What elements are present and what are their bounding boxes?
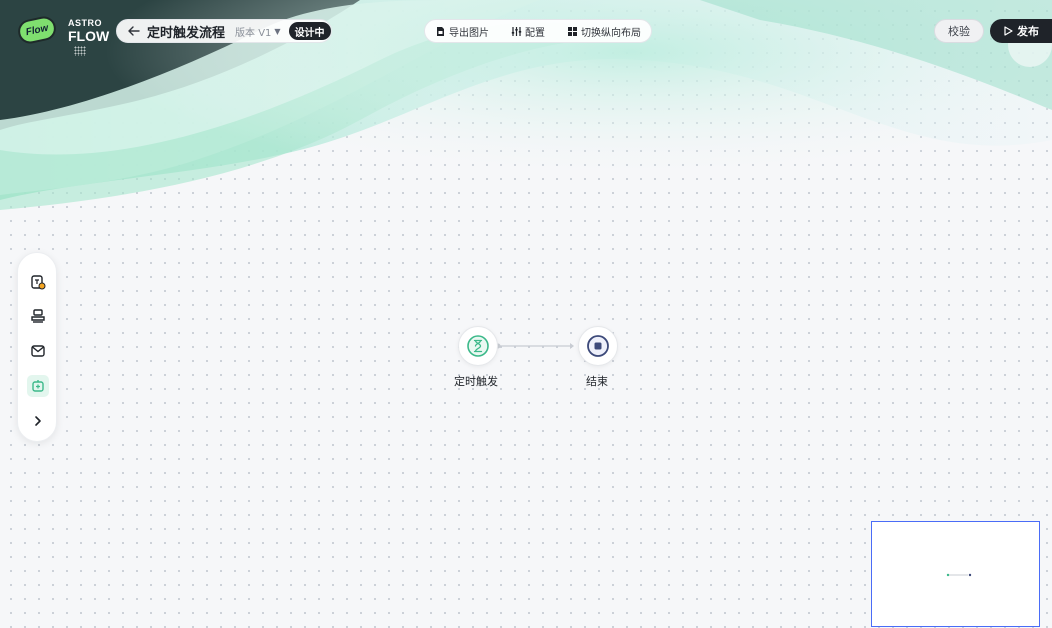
switch-layout-label: 切换纵向布局 xyxy=(581,27,641,39)
status-badge: 设计中 xyxy=(288,22,331,40)
layout-grid-icon xyxy=(568,26,577,36)
version-label: 版本 V1 xyxy=(235,27,272,39)
play-icon xyxy=(1004,26,1013,36)
export-image-icon xyxy=(437,26,444,36)
minimap[interactable] xyxy=(871,521,1040,627)
hourglass-icon xyxy=(467,335,489,357)
config-label: 配置 xyxy=(525,27,545,39)
top-bar: Flow ASTRO FLOW 定时触发流程 版本 V1 ▼ 设计中 导出图片 xyxy=(0,0,1052,58)
version-select[interactable]: 版本 V1 ▼ xyxy=(235,24,281,39)
stamp-icon[interactable] xyxy=(27,305,49,327)
flow-title: 定时触发流程 xyxy=(147,25,226,41)
export-image-label: 导出图片 xyxy=(449,27,489,39)
end-node[interactable] xyxy=(578,326,618,366)
mail-icon[interactable] xyxy=(27,340,49,362)
config-button[interactable]: 配置 xyxy=(511,24,545,39)
robot-icon[interactable] xyxy=(27,375,49,397)
logo-brand-top: ASTRO xyxy=(68,18,102,28)
publish-label: 发布 xyxy=(1017,25,1039,38)
node-palette xyxy=(17,252,57,442)
verify-button[interactable]: 校验 xyxy=(934,19,984,43)
flow-title-bar: 定时触发流程 版本 V1 ▼ 设计中 xyxy=(116,19,332,43)
back-arrow-icon[interactable] xyxy=(127,23,141,39)
trigger-node[interactable] xyxy=(458,326,498,366)
sliders-icon xyxy=(511,26,522,36)
edge-arrowhead xyxy=(570,343,574,349)
stop-icon xyxy=(587,335,609,357)
end-node-label: 结束 xyxy=(586,375,608,388)
canvas-toolbar: 导出图片 配置 切换纵向布局 xyxy=(424,19,652,43)
caret-down-icon: ▼ xyxy=(274,26,281,36)
app-logo[interactable]: Flow ASTRO FLOW xyxy=(12,12,112,56)
expand-panel-button[interactable] xyxy=(27,410,49,432)
logo-brand-main: FLOW xyxy=(68,28,110,44)
export-image-button[interactable]: 导出图片 xyxy=(435,24,489,39)
flow-canvas[interactable]: Flow ASTRO FLOW 定时触发流程 版本 V1 ▼ 设计中 导出图片 xyxy=(0,0,1052,628)
logo-badge: Flow xyxy=(15,14,59,46)
logo-dots xyxy=(74,46,86,56)
chevron-right-icon xyxy=(35,416,41,426)
timer-trigger-icon[interactable] xyxy=(27,271,49,293)
publish-button[interactable]: 发布 xyxy=(990,19,1052,43)
minimap-preview xyxy=(946,573,972,577)
trigger-node-label: 定时触发 xyxy=(454,375,498,388)
switch-layout-button[interactable]: 切换纵向布局 xyxy=(567,24,641,39)
